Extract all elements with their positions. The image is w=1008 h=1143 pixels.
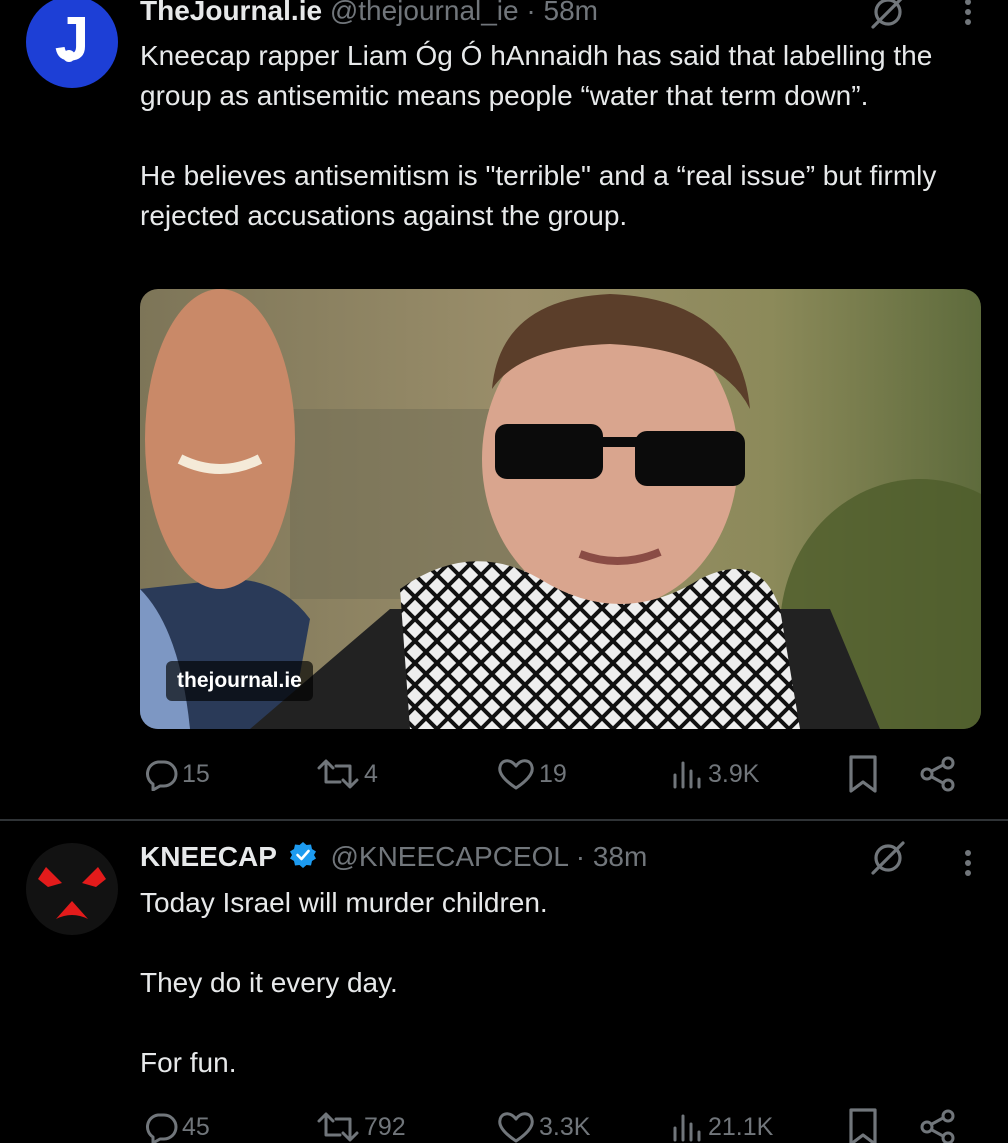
reply-button[interactable]: 15	[144, 752, 210, 796]
views-count: 3.9K	[708, 759, 760, 788]
tweet-paragraph: Kneecap rapper Liam Óg Ó hAnnaidh has sa…	[140, 40, 933, 111]
author-name[interactable]: TheJournal.ie	[140, 0, 322, 26]
bookmark-icon	[849, 1108, 877, 1143]
tweet-thejournal[interactable]: J TheJournal.ie @thejournal_ie · 58m Kne…	[0, 0, 1008, 820]
tweet-header: TheJournal.ie @thejournal_ie · 58m	[140, 0, 598, 28]
views-button[interactable]: 3.9K	[670, 752, 759, 796]
grok-icon[interactable]	[868, 0, 908, 32]
verified-badge-icon	[289, 842, 316, 868]
like-button[interactable]: 3.3K	[497, 1105, 590, 1143]
reply-icon	[146, 1113, 178, 1143]
kneecap-balaclava-avatar	[38, 867, 106, 919]
timestamp[interactable]: 38m	[593, 841, 647, 872]
tweet-kneecap[interactable]: KNEECAP @KNEECAPCEOL · 38m Today Israel …	[0, 821, 1008, 1143]
reply-count: 15	[182, 759, 210, 788]
views-icon	[673, 761, 701, 789]
tweet-text: Kneecap rapper Liam Óg Ó hAnnaidh has sa…	[140, 36, 980, 236]
reply-icon	[146, 760, 178, 791]
separator-dot: ·	[526, 0, 536, 26]
views-button[interactable]: 21.1K	[670, 1105, 773, 1143]
more-dots-icon[interactable]	[962, 847, 974, 879]
bookmark-button[interactable]	[846, 752, 880, 796]
retweet-count: 792	[364, 1112, 406, 1141]
like-button[interactable]: 19	[497, 752, 567, 796]
retweet-button[interactable]: 4	[316, 752, 378, 796]
author-handle[interactable]: @thejournal_ie	[330, 0, 519, 26]
tweet-text: Today Israel will murder children. They …	[140, 883, 980, 1083]
bookmark-icon	[849, 755, 877, 793]
reply-button[interactable]: 45	[144, 1105, 210, 1143]
tweet-paragraph: He believes antisemitism is "terrible" a…	[140, 160, 937, 231]
tweet-header: KNEECAP @KNEECAPCEOL · 38m	[140, 840, 647, 874]
author-name[interactable]: KNEECAP	[140, 841, 277, 872]
tweet-actions: 15 4 19 3.9K	[0, 752, 1008, 796]
share-button[interactable]	[918, 752, 958, 796]
thejournal-avatar[interactable]: J	[26, 0, 118, 88]
retweet-count: 4	[364, 759, 378, 788]
share-icon	[920, 756, 955, 792]
retweet-icon	[317, 759, 359, 789]
timestamp[interactable]: 58m	[544, 0, 598, 26]
tweet-photo[interactable]: thejournal.ie	[140, 289, 981, 729]
share-button[interactable]	[918, 1105, 958, 1143]
grok-icon[interactable]	[868, 838, 908, 878]
retweet-icon	[317, 1112, 359, 1142]
like-count: 3.3K	[539, 1112, 591, 1141]
more-dots-icon[interactable]	[962, 0, 974, 28]
like-count: 19	[539, 759, 567, 788]
tweet-paragraph: For fun.	[140, 1047, 237, 1078]
share-icon	[920, 1109, 955, 1143]
kneecap-avatar[interactable]	[26, 843, 118, 935]
retweet-button[interactable]: 792	[316, 1105, 406, 1143]
heart-icon	[498, 1112, 534, 1143]
reply-count: 45	[182, 1112, 210, 1141]
views-icon	[673, 1114, 701, 1142]
tweet-paragraph: Today Israel will murder children.	[140, 887, 548, 918]
bookmark-button[interactable]	[846, 1105, 880, 1143]
author-handle[interactable]: @KNEECAPCEOL	[330, 841, 567, 872]
photo-source-badge: thejournal.ie	[166, 661, 313, 701]
separator-dot: ·	[575, 841, 586, 872]
views-count: 21.1K	[708, 1112, 774, 1141]
tweet-actions: 45 792 3.3K 21.1K	[0, 1105, 1008, 1143]
heart-icon	[498, 759, 534, 790]
tweet-paragraph: They do it every day.	[140, 967, 398, 998]
